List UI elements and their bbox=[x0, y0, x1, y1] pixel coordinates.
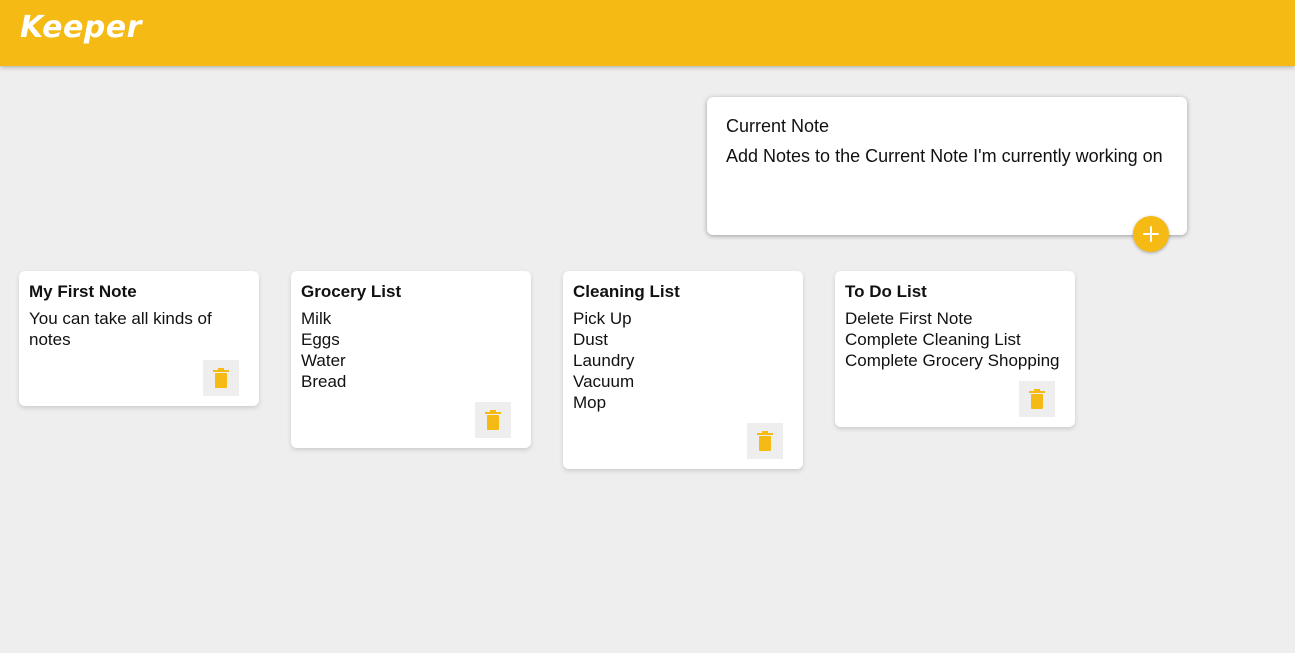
note-title: Grocery List bbox=[301, 282, 402, 301]
note-card: Grocery List Milk Eggs Water Bread bbox=[291, 271, 531, 448]
delete-note-button[interactable] bbox=[1019, 381, 1055, 417]
note-content: You can take all kinds of notes bbox=[29, 309, 217, 349]
note-title-input[interactable] bbox=[726, 115, 1168, 137]
plus-icon bbox=[1143, 226, 1159, 242]
delete-note-button[interactable] bbox=[747, 423, 783, 459]
create-note-form: Add Notes to the Current Note I'm curren… bbox=[707, 97, 1187, 252]
note-card: To Do List Delete First Note Complete Cl… bbox=[835, 271, 1075, 427]
app-title: Keeper bbox=[20, 10, 142, 45]
note-title: Cleaning List bbox=[573, 282, 680, 301]
delete-note-button[interactable] bbox=[475, 402, 511, 438]
note-title: To Do List bbox=[845, 282, 927, 301]
trash-icon bbox=[485, 410, 501, 430]
delete-note-button[interactable] bbox=[203, 360, 239, 396]
note-card: My First Note You can take all kinds of … bbox=[19, 271, 259, 406]
note-content: Delete First Note Complete Cleaning List… bbox=[845, 309, 1060, 370]
note-title: My First Note bbox=[29, 282, 137, 301]
note-content: Pick Up Dust Laundry Vacuum Mop bbox=[573, 309, 635, 412]
add-note-button[interactable] bbox=[1133, 216, 1169, 252]
app-header: Keeper bbox=[0, 0, 1295, 66]
note-card: Cleaning List Pick Up Dust Laundry Vacuu… bbox=[563, 271, 803, 469]
trash-icon bbox=[757, 431, 773, 451]
trash-icon bbox=[213, 368, 229, 388]
note-content-input[interactable]: Add Notes to the Current Note I'm curren… bbox=[726, 145, 1168, 195]
trash-icon bbox=[1029, 389, 1045, 409]
note-content: Milk Eggs Water Bread bbox=[301, 309, 347, 391]
